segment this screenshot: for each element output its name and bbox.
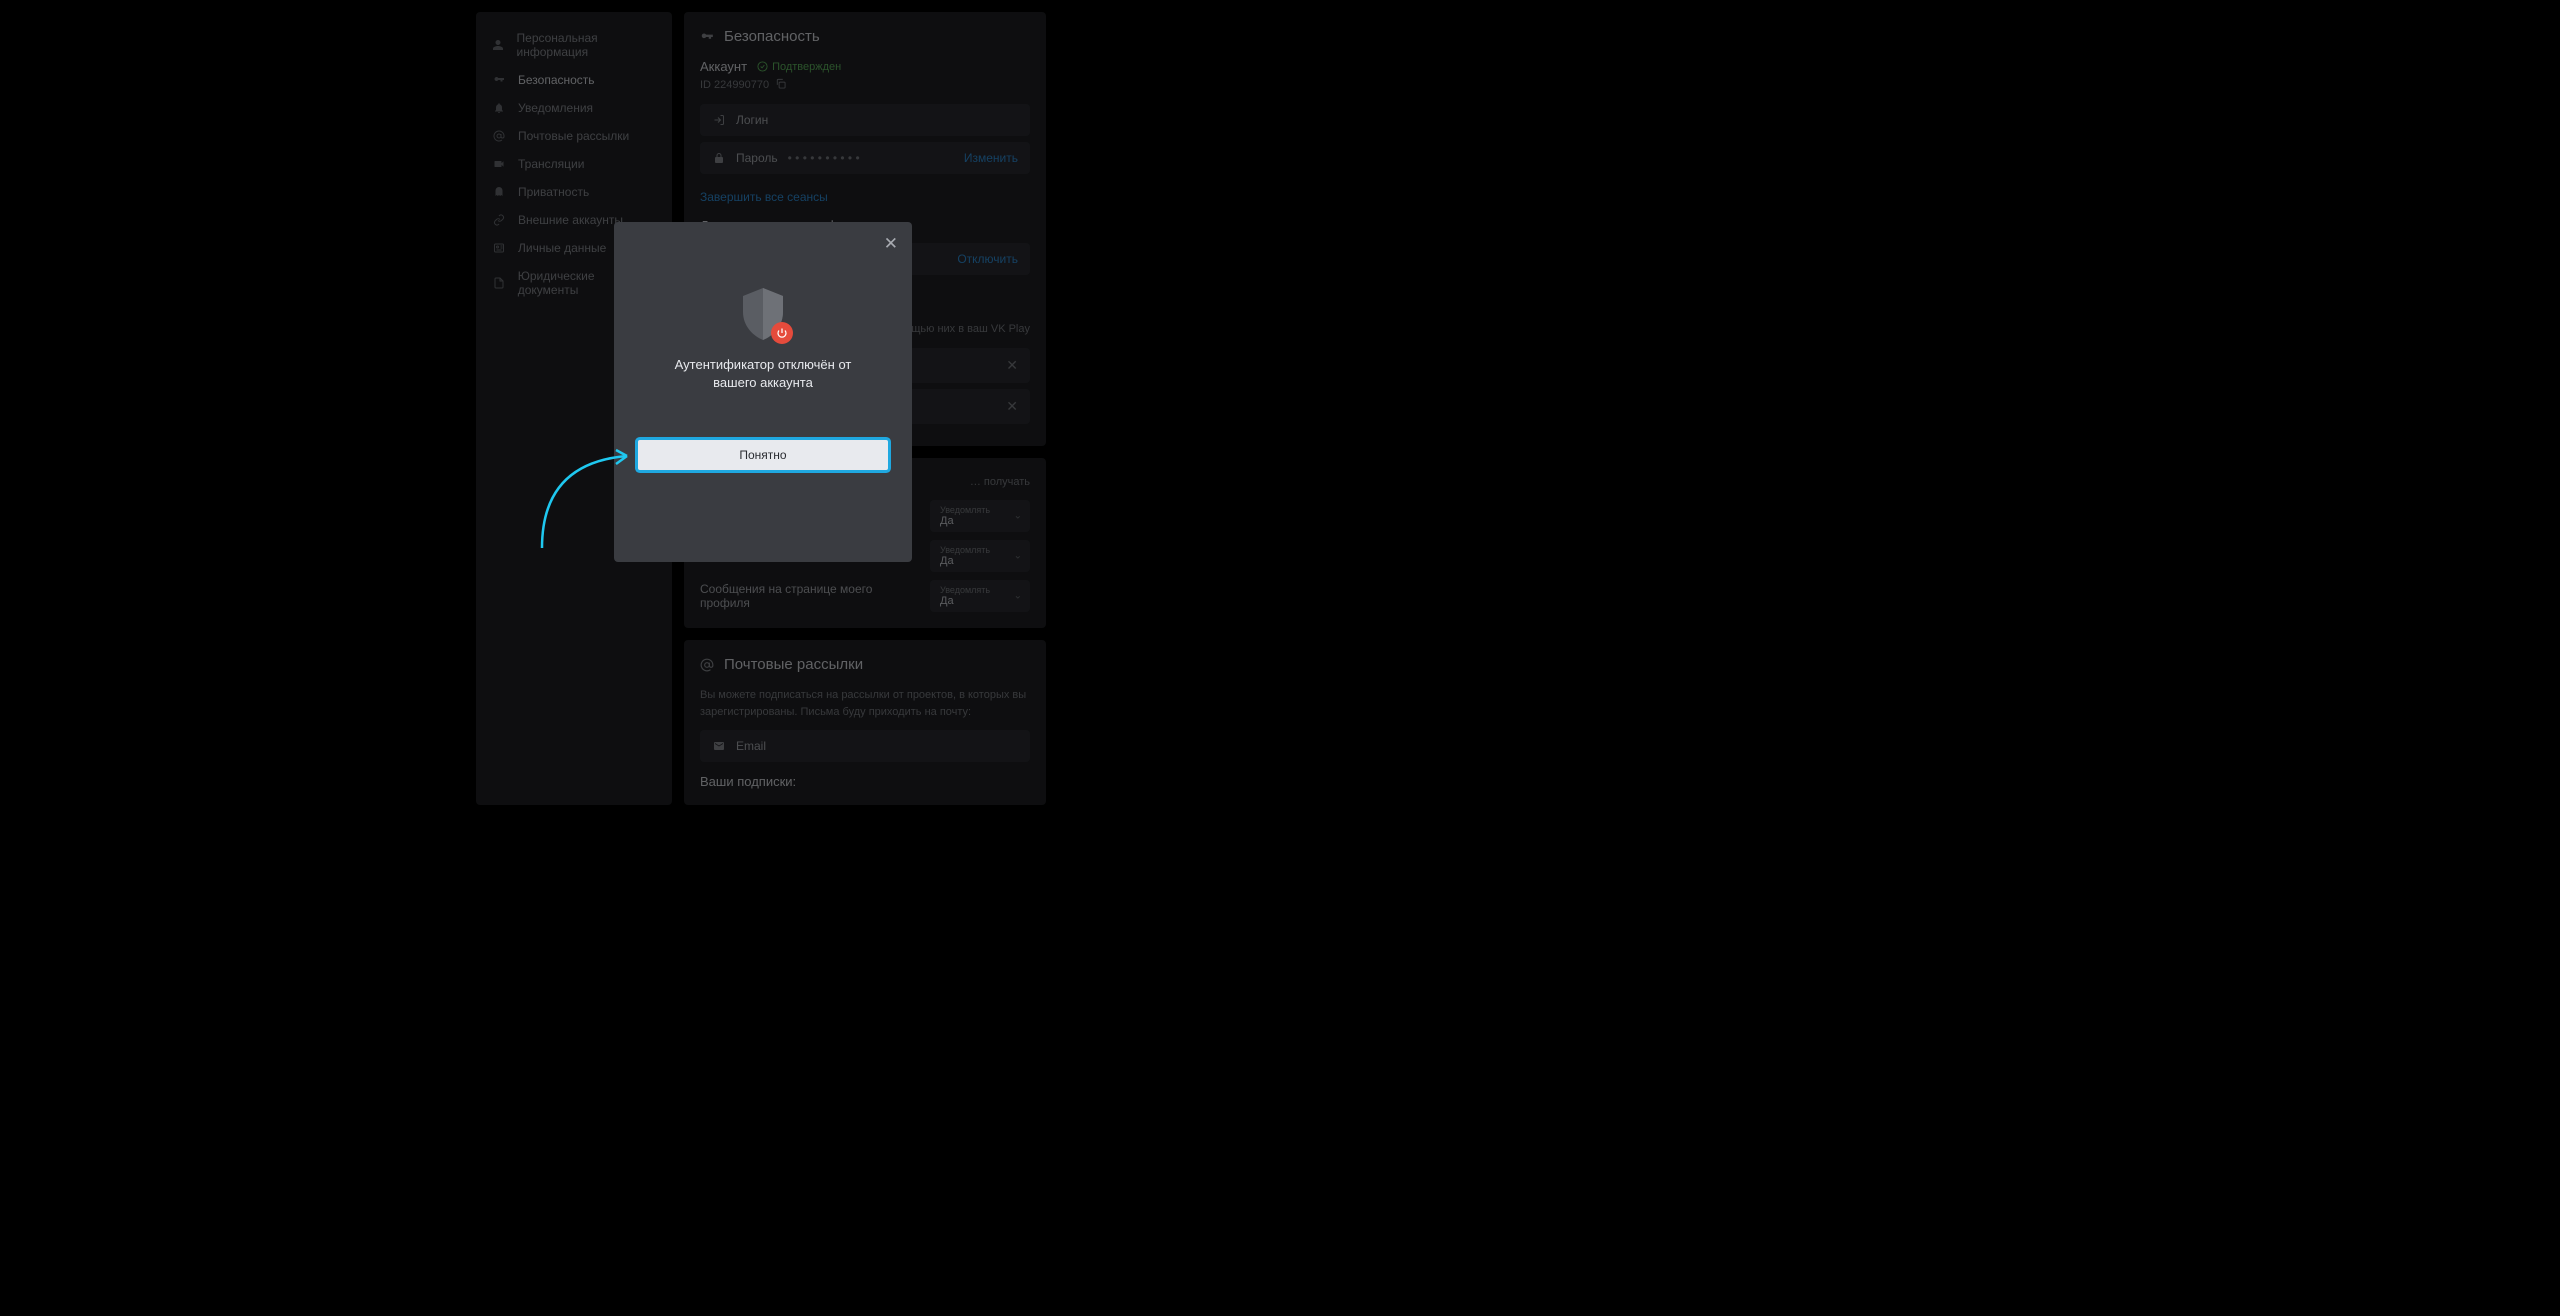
notify-select-3[interactable]: Уведомлять Да ⌄ xyxy=(930,580,1030,612)
mail-helper: Вы можете подписаться на рассылки от про… xyxy=(700,687,1030,720)
sidebar-item-label: Персональная информация xyxy=(517,31,656,59)
chevron-down-icon: ⌄ xyxy=(1014,551,1022,562)
user-icon xyxy=(492,38,505,52)
modal-backdrop xyxy=(0,0,2560,1316)
email-label: Email xyxy=(736,739,766,753)
end-sessions-link[interactable]: Завершить все сеансы xyxy=(700,190,828,204)
select-caption: Уведомлять xyxy=(940,505,1020,515)
sidebar-item-personal[interactable]: Персональная информация xyxy=(476,24,672,66)
sidebar-item-privacy[interactable]: Приватность xyxy=(476,178,672,206)
link-icon xyxy=(492,213,506,227)
email-row: Email xyxy=(700,730,1030,762)
sidebar-item-label: Почтовые рассылки xyxy=(518,129,629,143)
subs-title: Ваши подписки: xyxy=(700,774,1030,789)
camera-icon xyxy=(492,157,506,171)
select-value: Да xyxy=(940,555,1020,567)
change-password-link[interactable]: Изменить xyxy=(964,151,1018,165)
select-value: Да xyxy=(940,515,1020,527)
notif-row-3: Сообщения на странице моего профиля Увед… xyxy=(700,580,1030,612)
sidebar-item-label: Уведомления xyxy=(518,101,593,115)
sidebar-item-label: Приватность xyxy=(518,185,589,199)
bell-icon xyxy=(492,101,506,115)
select-caption: Уведомлять xyxy=(940,585,1020,595)
password-value: • • • • • • • • • • xyxy=(788,151,954,165)
chevron-down-icon: ⌄ xyxy=(1014,511,1022,522)
select-value: Да xyxy=(940,595,1020,607)
mail-panel: Почтовые рассылки Вы можете подписаться … xyxy=(684,640,1046,805)
notif-label: Сообщения на странице моего профиля xyxy=(700,582,920,610)
document-icon xyxy=(492,276,506,290)
notify-select-2[interactable]: Уведомлять Да ⌄ xyxy=(930,540,1030,572)
authenticator-disabled-modal: ✕ Аутентификатор отключён от вашего акка… xyxy=(614,222,912,562)
lock-icon xyxy=(712,152,726,164)
password-row: Пароль • • • • • • • • • • Изменить xyxy=(700,142,1030,174)
account-label: Аккаунт xyxy=(700,59,747,74)
select-caption: Уведомлять xyxy=(940,545,1020,555)
id-text: ID 224990770 xyxy=(700,79,769,91)
mail-title-text: Почтовые рассылки xyxy=(724,656,863,673)
sidebar-item-label: Личные данные xyxy=(518,241,606,255)
account-id: ID 224990770 xyxy=(700,78,1030,92)
verified-badge: Подтвержден xyxy=(757,61,841,73)
mail-title: Почтовые рассылки xyxy=(700,656,1030,673)
sidebar-item-security[interactable]: Безопасность xyxy=(476,66,672,94)
mail-icon xyxy=(712,740,726,752)
copy-icon[interactable] xyxy=(775,78,786,92)
tfa-disable-link[interactable]: Отключить xyxy=(957,252,1018,266)
shield-off-icon xyxy=(739,286,787,342)
id-icon xyxy=(492,241,506,255)
sidebar-item-label: Безопасность xyxy=(518,73,595,87)
sidebar-item-mail[interactable]: Почтовые рассылки xyxy=(476,122,672,150)
notify-select-1[interactable]: Уведомлять Да ⌄ xyxy=(930,500,1030,532)
chevron-down-icon: ⌄ xyxy=(1014,591,1022,602)
ok-button[interactable]: Понятно xyxy=(638,440,888,470)
login-row: Логин xyxy=(700,104,1030,136)
login-icon xyxy=(712,114,726,126)
key-icon xyxy=(700,30,714,44)
panel-title-text: Безопасность xyxy=(724,28,820,45)
at-icon xyxy=(700,658,714,672)
modal-title: Аутентификатор отключён от вашего аккаун… xyxy=(663,356,863,392)
close-icon[interactable]: ✕ xyxy=(884,234,898,254)
verified-text: Подтвержден xyxy=(772,61,841,73)
remove-icon[interactable]: ✕ xyxy=(1006,357,1018,374)
sidebar-item-label: Трансляции xyxy=(518,157,584,171)
remove-icon[interactable]: ✕ xyxy=(1006,398,1018,415)
key-icon xyxy=(492,73,506,87)
password-label: Пароль xyxy=(736,151,778,165)
sidebar-item-notifications[interactable]: Уведомления xyxy=(476,94,672,122)
at-icon xyxy=(492,129,506,143)
panel-title: Безопасность xyxy=(700,28,1030,45)
ghost-icon xyxy=(492,185,506,199)
sidebar-item-streams[interactable]: Трансляции xyxy=(476,150,672,178)
sidebar-item-label: Внешние аккаунты xyxy=(518,213,623,227)
login-label: Логин xyxy=(736,113,768,127)
